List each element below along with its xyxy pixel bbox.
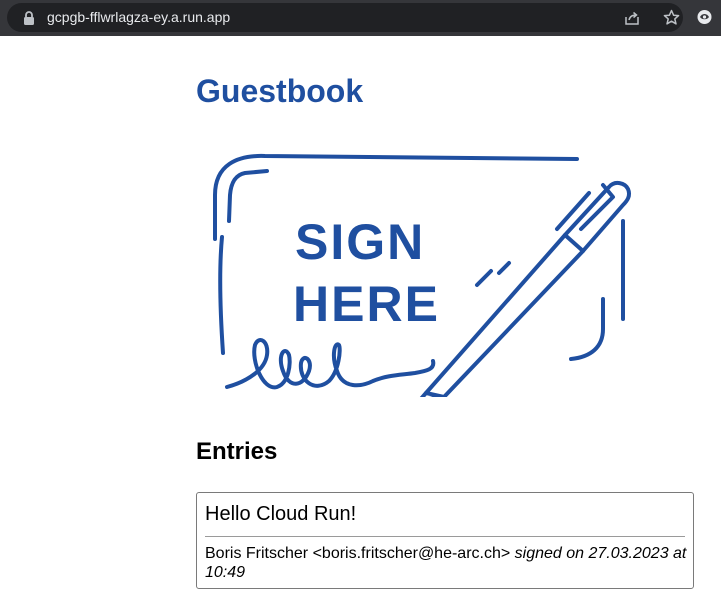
sign-here-illustration: SIGN HERE bbox=[213, 153, 632, 397]
guestbook-entry: Hello Cloud Run! Boris Fritscher <boris.… bbox=[196, 492, 694, 589]
page-content: Guestbook SIGN HERE Entries Hello Cloud … bbox=[0, 36, 721, 606]
entry-author: Boris Fritscher <boris.fritscher@he-arc.… bbox=[205, 545, 515, 562]
address-bar[interactable]: gcpgb-fflwrlagza-ey.a.run.app bbox=[7, 3, 683, 32]
url-text[interactable]: gcpgb-fflwrlagza-ey.a.run.app bbox=[47, 9, 230, 26]
entry-message: Hello Cloud Run! bbox=[205, 503, 357, 525]
entry-divider bbox=[205, 536, 685, 537]
extension-icon[interactable] bbox=[696, 8, 713, 25]
sign-text: SIGN bbox=[295, 214, 425, 270]
entries-heading: Entries bbox=[196, 438, 278, 465]
share-icon[interactable] bbox=[624, 10, 640, 26]
lock-icon[interactable] bbox=[23, 11, 35, 25]
entry-meta: Boris Fritscher <boris.fritscher@he-arc.… bbox=[205, 544, 689, 582]
here-text: HERE bbox=[293, 276, 440, 332]
star-icon[interactable] bbox=[663, 9, 680, 26]
browser-toolbar: gcpgb-fflwrlagza-ey.a.run.app bbox=[0, 0, 721, 36]
page-title: Guestbook bbox=[196, 73, 364, 109]
